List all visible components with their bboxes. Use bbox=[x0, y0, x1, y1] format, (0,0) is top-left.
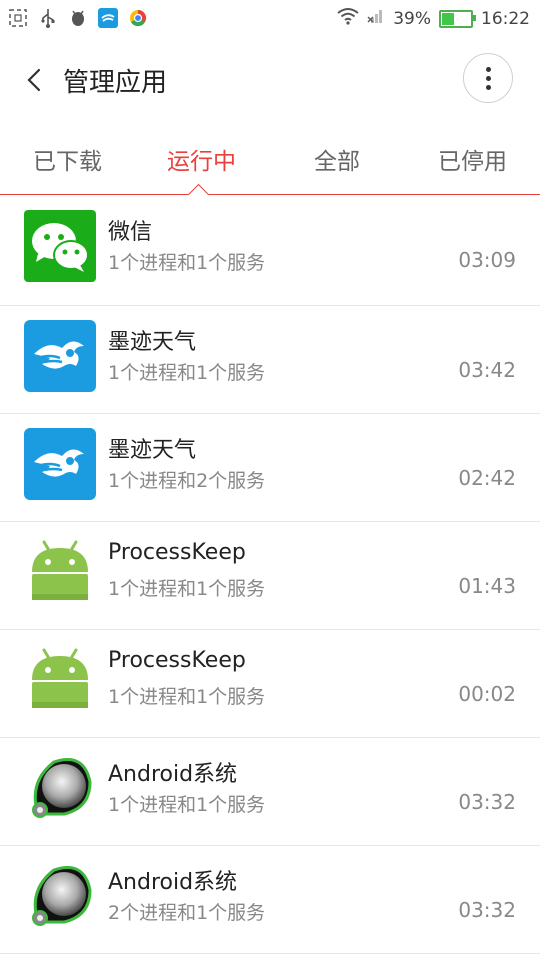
app-run-time: 01:43 bbox=[458, 574, 516, 598]
app-run-time: 03:32 bbox=[458, 790, 516, 814]
android-debug-icon bbox=[68, 8, 88, 28]
app-name: 微信 bbox=[108, 220, 153, 245]
tab-all[interactable]: 全部 bbox=[314, 142, 360, 176]
wechat-icon bbox=[24, 210, 96, 282]
more-vert-icon bbox=[485, 66, 491, 72]
app-run-time: 00:02 bbox=[458, 682, 516, 706]
android-icon bbox=[24, 644, 96, 716]
app-name: Android系统 bbox=[108, 762, 238, 787]
list-item[interactable]: 墨迹天气 1个进程和2个服务 02:42 bbox=[0, 414, 540, 522]
app-run-time: 03:09 bbox=[458, 248, 516, 272]
wifi-icon bbox=[337, 7, 359, 30]
app-process-info: 1个进程和1个服务 bbox=[108, 362, 266, 384]
battery-percent: 39% bbox=[393, 8, 431, 29]
android-icon bbox=[24, 536, 96, 608]
screenshot-icon bbox=[8, 8, 28, 28]
app-process-info: 1个进程和1个服务 bbox=[108, 578, 266, 600]
tab-disabled[interactable]: 已停用 bbox=[438, 142, 507, 176]
app-name: Android系统 bbox=[108, 870, 238, 895]
app-process-info: 1个进程和2个服务 bbox=[108, 470, 266, 492]
tab-downloaded[interactable]: 已下载 bbox=[33, 142, 102, 176]
back-button[interactable] bbox=[22, 62, 46, 98]
moji-weather-icon bbox=[24, 428, 96, 500]
android-system-icon bbox=[24, 752, 96, 824]
list-item[interactable]: 墨迹天气 1个进程和1个服务 03:42 bbox=[0, 306, 540, 414]
signal-icon bbox=[367, 7, 385, 30]
app-process-info: 2个进程和1个服务 bbox=[108, 902, 266, 924]
app-process-info: 1个进程和1个服务 bbox=[108, 686, 266, 708]
status-bar: 39% 16:22 bbox=[0, 0, 540, 40]
moji-weather-icon bbox=[24, 320, 96, 392]
tab-underline bbox=[0, 194, 540, 195]
usb-icon bbox=[38, 8, 58, 28]
app-name: ProcessKeep bbox=[108, 540, 246, 565]
tab-bar: 已下载 运行中 全部 已停用 bbox=[0, 130, 540, 206]
list-item[interactable]: ProcessKeep 1个进程和1个服务 01:43 bbox=[0, 522, 540, 630]
list-item[interactable]: Android系统 2个进程和1个服务 03:32 bbox=[0, 846, 540, 954]
app-process-info: 1个进程和1个服务 bbox=[108, 794, 266, 816]
header: 管理应用 bbox=[0, 40, 540, 120]
app-run-time: 02:42 bbox=[458, 466, 516, 490]
app-name: 墨迹天气 bbox=[108, 438, 197, 463]
app-name: ProcessKeep bbox=[108, 648, 246, 673]
android-system-icon bbox=[24, 860, 96, 932]
list-item[interactable]: ProcessKeep 1个进程和1个服务 00:02 bbox=[0, 630, 540, 738]
list-item[interactable]: 微信 1个进程和1个服务 03:09 bbox=[0, 196, 540, 306]
more-options-button[interactable] bbox=[463, 53, 513, 103]
battery-icon bbox=[439, 9, 476, 28]
app-name: 墨迹天气 bbox=[108, 330, 197, 355]
notification-icons bbox=[8, 8, 148, 28]
chevron-left-icon bbox=[27, 68, 41, 92]
clock: 16:22 bbox=[481, 8, 530, 29]
page-title: 管理应用 bbox=[63, 68, 168, 98]
weather-notification-icon bbox=[98, 8, 118, 28]
app-run-time: 03:32 bbox=[458, 898, 516, 922]
tab-running[interactable]: 运行中 bbox=[167, 142, 236, 176]
running-apps-list: 微信 1个进程和1个服务 03:09 墨迹天气 1个进程和1个服务 03:42 … bbox=[0, 196, 540, 954]
browser-notification-icon bbox=[128, 8, 148, 28]
list-item[interactable]: Android系统 1个进程和1个服务 03:32 bbox=[0, 738, 540, 846]
app-run-time: 03:42 bbox=[458, 358, 516, 382]
app-process-info: 1个进程和1个服务 bbox=[108, 252, 266, 274]
status-right: 39% 16:22 bbox=[337, 7, 530, 30]
